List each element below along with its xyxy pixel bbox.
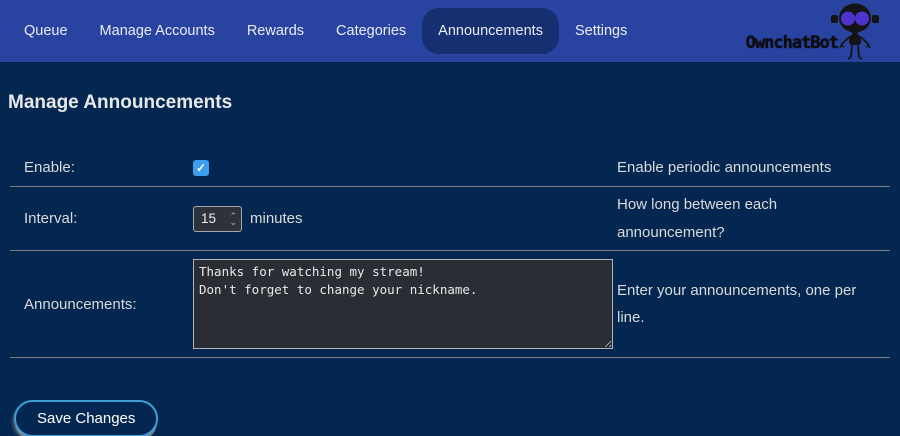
interval-help-text: How long between each announcement? [617, 191, 890, 247]
logo-wordmark: OwnchatBot [746, 33, 838, 62]
form-row-interval: Interval: 15 ⌃ ⌄ minutes How long betwee… [10, 187, 890, 252]
navbar: Queue Manage Accounts Rewards Categories… [0, 0, 900, 62]
enable-label: Enable: [10, 159, 193, 176]
form-row-announcements: Announcements: Thanks for watching my st… [10, 251, 890, 358]
number-spinner[interactable]: ⌃ ⌄ [229, 213, 241, 225]
form-row-enable: Enable: ✓ Enable periodic announcements [10, 150, 890, 187]
checkmark-icon: ✓ [196, 161, 206, 175]
app-logo: OwnchatBot [746, 0, 886, 62]
announcements-form: Enable: ✓ Enable periodic announcements … [10, 150, 890, 358]
enable-help-text: Enable periodic announcements [617, 154, 890, 182]
interval-number-input[interactable]: 15 ⌃ ⌄ [193, 206, 242, 232]
save-changes-button[interactable]: Save Changes [14, 400, 158, 436]
nav-item-settings[interactable]: Settings [559, 8, 643, 54]
announcements-label: Announcements: [10, 296, 193, 313]
nav-item-announcements[interactable]: Announcements [422, 8, 559, 54]
announcements-help-text: Enter your announcements, one per line. [617, 277, 890, 333]
interval-unit-label: minutes [250, 210, 303, 227]
interval-label: Interval: [10, 210, 193, 227]
page-title: Manage Announcements [8, 92, 900, 114]
nav-item-rewards[interactable]: Rewards [231, 8, 320, 54]
interval-value: 15 [201, 211, 229, 226]
nav-item-manage-accounts[interactable]: Manage Accounts [84, 8, 231, 54]
nav-item-categories[interactable]: Categories [320, 8, 422, 54]
announcements-textarea[interactable]: Thanks for watching my stream! Don't for… [193, 259, 613, 349]
spinner-down-icon[interactable]: ⌄ [229, 219, 237, 225]
enable-checkbox[interactable]: ✓ [193, 160, 209, 176]
nav-item-queue[interactable]: Queue [8, 8, 84, 54]
